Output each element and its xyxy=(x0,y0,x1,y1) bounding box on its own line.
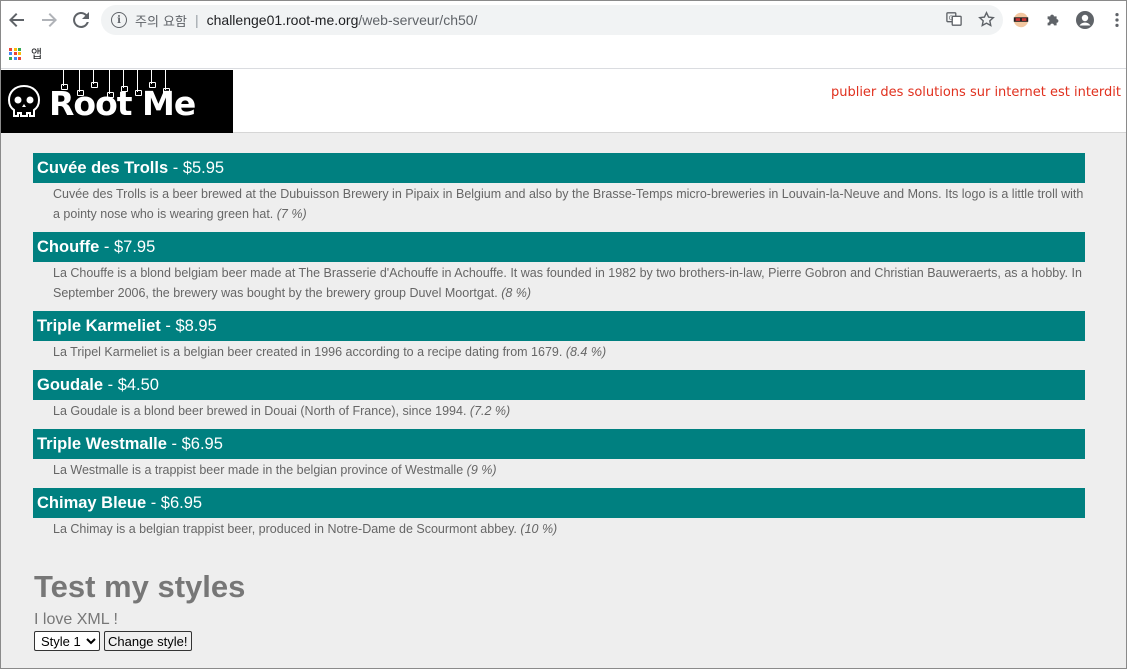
profile-icon[interactable] xyxy=(1075,10,1095,30)
beer-description-text: La Goudale is a blond beer brewed in Dou… xyxy=(53,404,467,418)
test-section: Test my styles I love XML ! Style 1 Chan… xyxy=(34,569,245,651)
beer-name: Triple Westmalle xyxy=(37,434,167,453)
separator: | xyxy=(194,12,199,28)
back-button[interactable] xyxy=(1,4,33,36)
beer-description: La Chouffe is a blond belgiam beer made … xyxy=(33,262,1085,303)
omnibox-actions: G xyxy=(945,10,995,28)
info-icon[interactable]: i xyxy=(111,12,127,28)
url-host: challenge01.root-me.org xyxy=(206,12,359,28)
beer-strength: (8 %) xyxy=(501,286,532,300)
beer-header: Triple Westmalle - $6.95 xyxy=(33,429,1085,459)
change-style-button[interactable]: Change style! xyxy=(104,631,192,651)
beer-header: Cuvée des Trolls - $5.95 xyxy=(33,153,1085,183)
site-header: Root Me publier des solutions sur intern… xyxy=(1,70,1126,133)
beer-price: $7.95 xyxy=(114,237,156,256)
beer-strength: (10 %) xyxy=(520,522,558,536)
menu-kebab-icon[interactable] xyxy=(1107,10,1127,30)
beer-description-text: La Chimay is a belgian trappist beer, pr… xyxy=(53,522,517,536)
translate-icon[interactable]: G xyxy=(945,10,963,28)
beer-name: Triple Karmeliet xyxy=(37,316,161,335)
beer-name: Goudale xyxy=(37,375,104,394)
beer-item: Goudale - $4.50 La Goudale is a blond be… xyxy=(33,370,1085,421)
beer-name: Chimay Bleue xyxy=(37,493,147,512)
beer-item: Chimay Bleue - $6.95 La Chimay is a belg… xyxy=(33,488,1085,539)
skull-icon xyxy=(7,84,41,117)
test-subtitle: I love XML ! xyxy=(34,611,118,628)
beer-item: Triple Westmalle - $6.95 La Westmalle is… xyxy=(33,429,1085,480)
beer-description: La Tripel Karmeliet is a belgian beer cr… xyxy=(33,341,1085,362)
logo-text: Root Me xyxy=(49,84,196,123)
beer-item: Chouffe - $7.95 La Chouffe is a blond be… xyxy=(33,232,1085,303)
style-controls: Style 1 Change style! xyxy=(34,631,245,651)
beer-strength: (7 %) xyxy=(276,207,307,221)
arrow-right-icon xyxy=(42,13,57,27)
beer-price: $5.95 xyxy=(182,158,225,177)
arrow-left-icon xyxy=(9,13,24,27)
beer-name: Chouffe xyxy=(37,237,100,256)
puzzle-icon[interactable] xyxy=(1043,10,1063,30)
page-content: Root Me publier des solutions sur intern… xyxy=(1,70,1126,668)
beer-header: Triple Karmeliet - $8.95 xyxy=(33,311,1085,341)
warning-text: publier des solutions sur internet est i… xyxy=(830,85,1121,100)
beer-item: Cuvée des Trolls - $5.95 Cuvée des Troll… xyxy=(33,153,1085,224)
beer-dash: - xyxy=(166,434,182,453)
security-label: 주의 요함 xyxy=(135,14,187,30)
beer-description-text: La Westmalle is a trappist beer made in … xyxy=(53,463,464,477)
address-bar[interactable]: i 주의 요함 | challenge01.root-me.org /web-s… xyxy=(101,5,1003,35)
apps-bookmark[interactable]: 앱 xyxy=(31,45,42,62)
svg-text:G: G xyxy=(949,15,954,22)
beer-dash: - xyxy=(99,237,114,256)
beer-description-text: La Tripel Karmeliet is a belgian beer cr… xyxy=(53,345,563,359)
beer-strength: (7.2 %) xyxy=(469,404,511,418)
mask-extension-icon[interactable] xyxy=(1011,10,1031,30)
reload-icon xyxy=(73,11,89,28)
beer-header: Chimay Bleue - $6.95 xyxy=(33,488,1085,518)
bookmarks-bar: 앱 xyxy=(1,39,1126,69)
beer-dash: - xyxy=(168,158,183,177)
apps-grid-icon[interactable] xyxy=(9,47,21,60)
beer-price: $4.50 xyxy=(117,375,159,394)
beer-price: $8.95 xyxy=(175,316,217,335)
beer-description: Cuvée des Trolls is a beer brewed at the… xyxy=(33,183,1085,224)
browser-toolbar: i 주의 요함 | challenge01.root-me.org /web-s… xyxy=(1,1,1126,39)
extensions xyxy=(1011,10,1127,30)
url-path: /web-serveur/ch50/ xyxy=(358,12,478,28)
beer-menu: Cuvée des Trolls - $5.95 Cuvée des Troll… xyxy=(33,153,1085,547)
star-icon[interactable] xyxy=(977,10,995,28)
beer-description-text: Cuvée des Trolls is a beer brewed at the… xyxy=(53,187,1084,221)
beer-dash: - xyxy=(103,375,118,394)
beer-dash: - xyxy=(146,493,161,512)
beer-description: La Chimay is a belgian trappist beer, pr… xyxy=(33,518,1085,539)
forward-button[interactable] xyxy=(33,4,65,36)
beer-item: Triple Karmeliet - $8.95 La Tripel Karme… xyxy=(33,311,1085,362)
beer-description: La Westmalle is a trappist beer made in … xyxy=(33,459,1085,480)
beer-price: $6.95 xyxy=(160,493,203,512)
beer-strength: (8.4 %) xyxy=(565,345,607,359)
beer-dash: - xyxy=(160,316,176,335)
beer-description: La Goudale is a blond beer brewed in Dou… xyxy=(33,400,1085,421)
beer-strength: (9 %) xyxy=(466,463,497,477)
test-title: Test my styles xyxy=(34,569,246,604)
beer-price: $6.95 xyxy=(181,434,223,453)
reload-button[interactable] xyxy=(65,4,97,36)
root-me-logo[interactable]: Root Me xyxy=(1,70,233,133)
beer-header: Goudale - $4.50 xyxy=(33,370,1085,400)
beer-name: Cuvée des Trolls xyxy=(37,158,169,177)
beer-header: Chouffe - $7.95 xyxy=(33,232,1085,262)
beer-description-text: La Chouffe is a blond belgiam beer made … xyxy=(53,266,1082,300)
style-select[interactable]: Style 1 xyxy=(34,631,100,651)
